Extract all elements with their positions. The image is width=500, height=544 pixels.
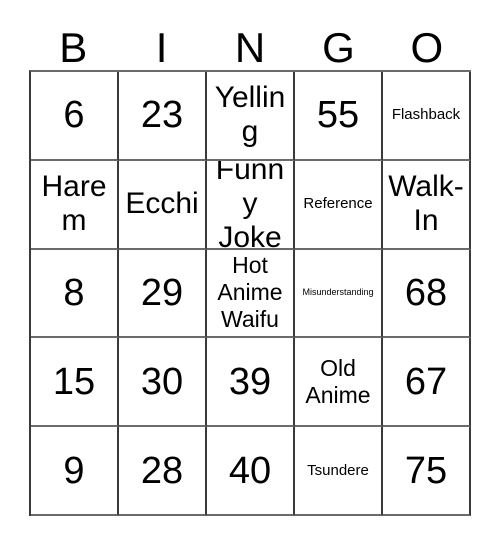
bingo-cell-g5[interactable]: Tsundere xyxy=(295,427,383,516)
bingo-cell-o5[interactable]: 75 xyxy=(383,427,471,516)
bingo-cell-label: 39 xyxy=(228,360,272,403)
bingo-row: Harem Ecchi Funny Joke Reference Walk-In xyxy=(31,160,471,250)
bingo-cell-label: Reference xyxy=(303,195,373,213)
bingo-cell-b4[interactable]: 15 xyxy=(31,338,119,428)
bingo-cell-b3[interactable]: 8 xyxy=(31,249,119,339)
bingo-cell-label: 9 xyxy=(63,449,85,492)
bingo-cell-label: Hot Anime Waifu xyxy=(217,252,283,333)
bingo-cell-label: 55 xyxy=(316,94,360,137)
bingo-header-row: B I N G O xyxy=(29,20,471,70)
bingo-cell-i5[interactable]: 28 xyxy=(119,427,207,516)
bingo-cell-o3[interactable]: 68 xyxy=(383,249,471,339)
bingo-cell-label: 67 xyxy=(404,360,448,403)
bingo-row: 15 30 39 Old Anime 67 xyxy=(31,338,471,428)
bingo-cell-i4[interactable]: 30 xyxy=(119,338,207,428)
bingo-cell-n2[interactable]: Funny Joke xyxy=(207,160,295,250)
bingo-cell-label: 30 xyxy=(140,360,184,403)
bingo-cell-g4[interactable]: Old Anime xyxy=(295,338,383,428)
bingo-cell-g2[interactable]: Reference xyxy=(295,160,383,250)
bingo-cell-o1[interactable]: Flashback xyxy=(383,72,471,161)
bingo-cell-label: 23 xyxy=(140,94,184,137)
bingo-header-letter-o: O xyxy=(410,24,444,71)
bingo-cell-label: Old Anime xyxy=(305,354,371,408)
bingo-cell-i3[interactable]: 29 xyxy=(119,249,207,339)
bingo-cell-b2[interactable]: Harem xyxy=(31,160,119,250)
bingo-header-letter-i: I xyxy=(155,24,168,71)
bingo-cell-g1[interactable]: 55 xyxy=(295,72,383,161)
bingo-cell-label: Yelling xyxy=(214,81,286,149)
bingo-header-letter-b: B xyxy=(59,24,88,71)
bingo-cell-label: Tsundere xyxy=(307,461,369,479)
bingo-cell-label: Funny Joke xyxy=(215,160,285,250)
bingo-cell-label: Flashback xyxy=(391,106,461,124)
bingo-cell-n4[interactable]: 39 xyxy=(207,338,295,428)
bingo-cell-o2[interactable]: Walk-In xyxy=(383,160,471,250)
bingo-cell-b1[interactable]: 6 xyxy=(31,72,119,161)
bingo-cell-label: 68 xyxy=(404,271,448,314)
bingo-cell-label: 28 xyxy=(140,449,184,492)
bingo-cell-label: 15 xyxy=(52,360,96,403)
bingo-row: 6 23 Yelling 55 Flashback xyxy=(31,72,471,161)
bingo-cell-label: 6 xyxy=(63,94,85,137)
bingo-header-letter-n: N xyxy=(234,24,266,71)
bingo-cell-g3[interactable]: Misunderstanding xyxy=(295,249,383,339)
bingo-cell-o4[interactable]: 67 xyxy=(383,338,471,428)
bingo-cell-label: 40 xyxy=(228,449,272,492)
bingo-cell-i1[interactable]: 23 xyxy=(119,72,207,161)
bingo-cell-label: 8 xyxy=(63,271,85,314)
bingo-header-letter-g: G xyxy=(322,24,355,71)
bingo-row: 8 29 Hot Anime Waifu Misunderstanding 68 xyxy=(31,249,471,339)
bingo-cell-i2[interactable]: Ecchi xyxy=(119,160,207,250)
bingo-cell-label: 29 xyxy=(140,271,184,314)
bingo-cell-n1[interactable]: Yelling xyxy=(207,72,295,161)
bingo-cell-n3[interactable]: Hot Anime Waifu xyxy=(207,249,295,339)
bingo-cell-b5[interactable]: 9 xyxy=(31,427,119,516)
bingo-card: B I N G O 6 23 Yelling 55 Flashback Hare… xyxy=(0,0,500,544)
bingo-cell-label: Misunderstanding xyxy=(302,287,374,298)
bingo-cell-label: Ecchi xyxy=(125,187,199,221)
bingo-cell-label: 75 xyxy=(404,449,448,492)
bingo-cell-label: Walk-In xyxy=(388,170,464,238)
bingo-row: 9 28 40 Tsundere 75 xyxy=(31,427,471,516)
bingo-grid: 6 23 Yelling 55 Flashback Harem Ecchi Fu… xyxy=(29,70,471,516)
bingo-cell-label: Harem xyxy=(41,170,107,238)
bingo-cell-n5[interactable]: 40 xyxy=(207,427,295,516)
